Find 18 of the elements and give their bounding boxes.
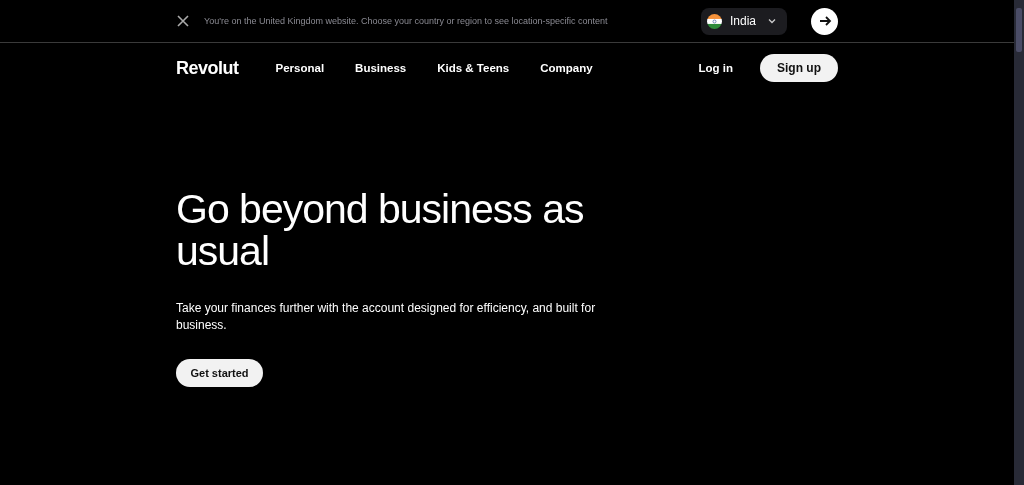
- flag-icon: [707, 13, 722, 29]
- close-icon[interactable]: [176, 14, 190, 28]
- nav-link[interactable]: Business: [355, 62, 407, 74]
- logo[interactable]: Revolut: [176, 57, 239, 79]
- nav-link[interactable]: Personal: [275, 62, 325, 74]
- chevron-down-icon: [767, 16, 777, 26]
- get-started-button[interactable]: Get started: [176, 359, 263, 387]
- continue-button[interactable]: [811, 7, 838, 35]
- arrow-right-icon: [817, 14, 832, 28]
- country-selector[interactable]: India: [701, 7, 787, 35]
- hero-subtitle: Take your finances further with the account designed for efficiency, and built for business.: [176, 300, 597, 334]
- nav-link[interactable]: Company: [540, 62, 593, 74]
- location-notice: You're on the United Kingdom website. Choose your country or region to see location-specific content: [204, 16, 609, 26]
- scrollbar[interactable]: [1014, 0, 1024, 485]
- nav-link[interactable]: Kids & Teens: [437, 62, 510, 74]
- signup-button[interactable]: Sign up: [760, 54, 838, 82]
- hero-title: Go beyond business as usual: [176, 188, 585, 272]
- login-link[interactable]: Log in: [698, 62, 733, 74]
